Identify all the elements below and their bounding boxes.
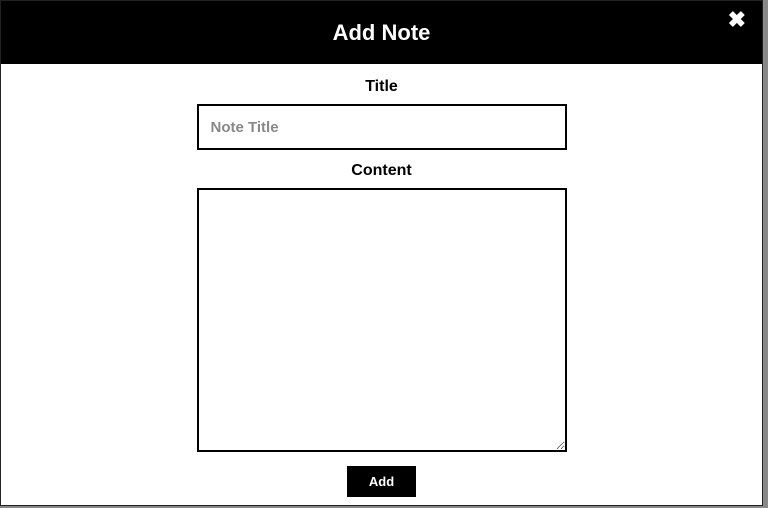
modal-header: Add Note ✖	[1, 1, 762, 64]
modal-body: Title Content Add	[1, 64, 762, 505]
content-label: Content	[351, 162, 411, 180]
title-input[interactable]	[197, 104, 567, 150]
modal-title: Add Note	[333, 20, 431, 46]
title-label: Title	[365, 78, 398, 96]
close-icon[interactable]: ✖	[728, 9, 746, 31]
add-note-modal: Add Note ✖ Title Content Add	[0, 0, 763, 506]
content-textarea[interactable]	[197, 188, 567, 452]
add-button[interactable]: Add	[347, 466, 416, 497]
